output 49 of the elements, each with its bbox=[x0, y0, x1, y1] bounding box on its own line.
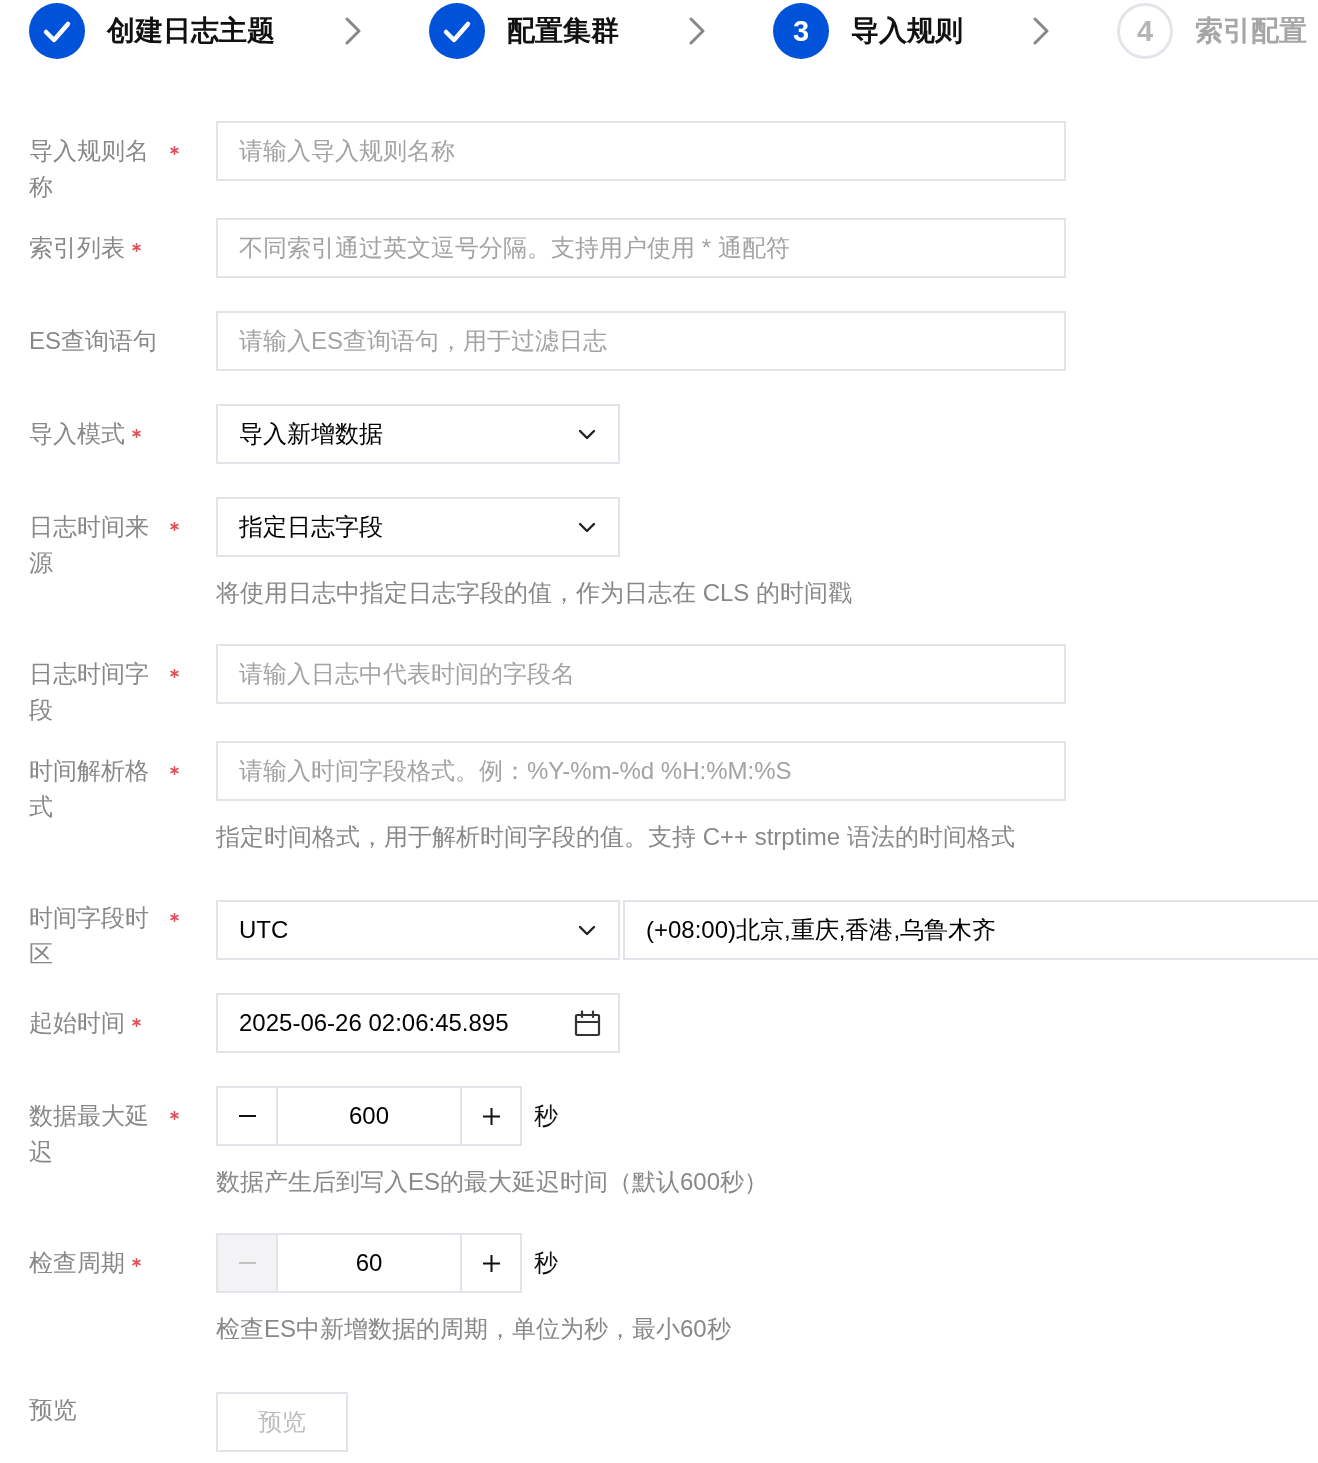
input-field[interactable]: 不同索引通过英文逗号分隔。支持用户使用 * 通配符 bbox=[216, 218, 1066, 278]
unit-label: 秒 bbox=[534, 1248, 558, 1278]
increment-button[interactable] bbox=[460, 1233, 522, 1293]
date-field[interactable]: 2025-06-26 02:06:45.895 bbox=[216, 993, 620, 1053]
field-label: 日志时间字段 bbox=[29, 659, 150, 725]
step-number: 3 bbox=[773, 3, 829, 59]
chevron-right-icon bbox=[345, 17, 361, 45]
chevron-down-icon bbox=[578, 521, 596, 533]
select-field[interactable]: (+08:00)北京,重庆,香港,乌鲁木齐 bbox=[623, 900, 1318, 960]
select-field[interactable]: UTC bbox=[216, 900, 620, 960]
chevron-down-icon bbox=[578, 428, 596, 440]
help-text: 将使用日志中指定日志字段的值，作为日志在 CLS 的时间戳 bbox=[216, 578, 853, 608]
field-label: 检查周期 bbox=[29, 1248, 125, 1278]
field-label: 预览 bbox=[29, 1395, 77, 1425]
increment-button[interactable] bbox=[460, 1086, 522, 1146]
number-field[interactable]: 60 bbox=[278, 1233, 460, 1293]
chevron-down-icon bbox=[578, 924, 596, 936]
field-label: 数据最大延迟 bbox=[29, 1101, 150, 1167]
select-field[interactable]: 指定日志字段 bbox=[216, 497, 620, 557]
field-label: 导入模式 bbox=[29, 419, 125, 449]
step-number: 4 bbox=[1117, 3, 1173, 59]
input-field[interactable]: 请输入导入规则名称 bbox=[216, 121, 1066, 181]
field-label: ES查询语句 bbox=[29, 326, 157, 356]
field-label: 导入规则名称 bbox=[29, 136, 150, 202]
minus-icon bbox=[238, 1262, 256, 1264]
help-text: 数据产生后到写入ES的最大延迟时间（默认600秒） bbox=[216, 1167, 769, 1197]
unit-label: 秒 bbox=[534, 1101, 558, 1131]
chevron-right-icon bbox=[1033, 17, 1049, 45]
calendar-icon bbox=[574, 1009, 601, 1037]
plus-icon bbox=[482, 1254, 500, 1272]
field-label: 时间字段时区 bbox=[29, 903, 150, 969]
minus-icon bbox=[238, 1115, 256, 1117]
input-field[interactable]: 请输入ES查询语句，用于过滤日志 bbox=[216, 311, 1066, 371]
input-field[interactable]: 请输入时间字段格式。例：%Y-%m-%d %H:%M:%S bbox=[216, 741, 1066, 801]
input-field[interactable]: 请输入日志中代表时间的字段名 bbox=[216, 644, 1066, 704]
step-label: 索引配置 bbox=[1195, 14, 1307, 48]
step-label: 创建日志主题 bbox=[107, 14, 275, 48]
select-field[interactable]: 导入新增数据 bbox=[216, 404, 620, 464]
step-label: 导入规则 bbox=[851, 14, 963, 48]
field-label: 起始时间 bbox=[29, 1008, 125, 1038]
chevron-right-icon bbox=[689, 17, 705, 45]
field-label: 索引列表 bbox=[29, 233, 125, 263]
field-label: 日志时间来源 bbox=[29, 512, 150, 578]
field-label: 时间解析格式 bbox=[29, 756, 150, 822]
help-text: 检查ES中新增数据的周期，单位为秒，最小60秒 bbox=[216, 1314, 731, 1344]
plus-icon bbox=[482, 1107, 500, 1125]
number-field[interactable]: 600 bbox=[278, 1086, 460, 1146]
step-label: 配置集群 bbox=[507, 14, 619, 48]
help-text: 指定时间格式，用于解析时间字段的值。支持 C++ strptime 语法的时间格式 bbox=[216, 822, 1015, 852]
